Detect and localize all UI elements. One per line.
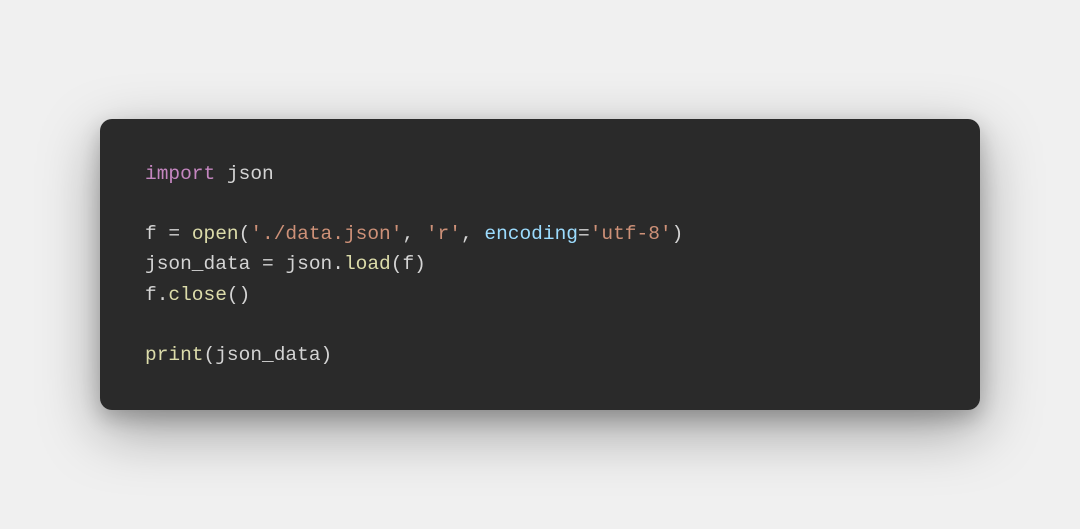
code-content: import json f = open('./data.json', 'r',… [145,159,935,371]
paren-close: ) [414,253,426,275]
variable: json_data [145,253,262,275]
space [274,253,286,275]
argument: f [402,253,414,275]
dot: . [157,284,169,306]
keyword-import: import [145,163,215,185]
operator-equals: = [262,253,274,275]
paren-open: ( [239,223,251,245]
object: json [285,253,332,275]
string-literal: './data.json' [250,223,402,245]
variable: f [145,223,168,245]
builtin-open: open [192,223,239,245]
space [180,223,192,245]
method-close: close [168,284,227,306]
comma: , [461,223,484,245]
operator-equals: = [578,223,590,245]
dot: . [332,253,344,275]
code-block: import json f = open('./data.json', 'r',… [100,119,980,411]
paren-open: ( [391,253,403,275]
object: f [145,284,157,306]
operator-equals: = [168,223,180,245]
module-name: json [227,163,274,185]
paren-close: ) [321,344,333,366]
paren-open: ( [227,284,239,306]
argument: json_data [215,344,320,366]
string-literal: 'r' [426,223,461,245]
builtin-print: print [145,344,204,366]
paren-close: ) [672,223,684,245]
comma: , [402,223,425,245]
paren-close: ) [239,284,251,306]
string-literal: 'utf-8' [590,223,672,245]
method-load: load [344,253,391,275]
kwarg-name: encoding [484,223,578,245]
paren-open: ( [204,344,216,366]
space [215,163,227,185]
